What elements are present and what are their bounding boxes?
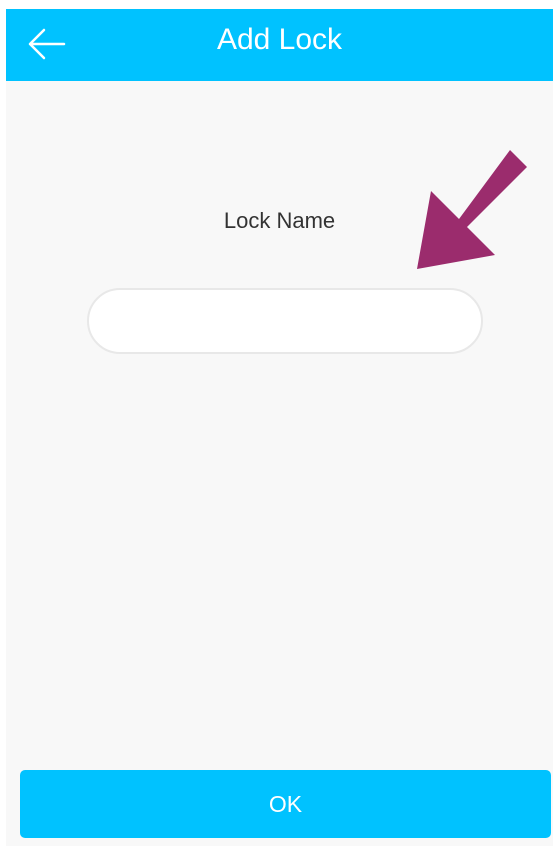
ok-button[interactable]: OK: [20, 770, 551, 838]
add-lock-screen: Add Lock Lock Name OK: [6, 9, 553, 846]
arrow-down-left-icon: [417, 150, 527, 269]
header-bar: Add Lock: [6, 9, 553, 81]
page-title: Add Lock: [216, 23, 343, 56]
lock-name-input[interactable]: [87, 288, 483, 354]
annotation-arrow: [411, 148, 531, 273]
